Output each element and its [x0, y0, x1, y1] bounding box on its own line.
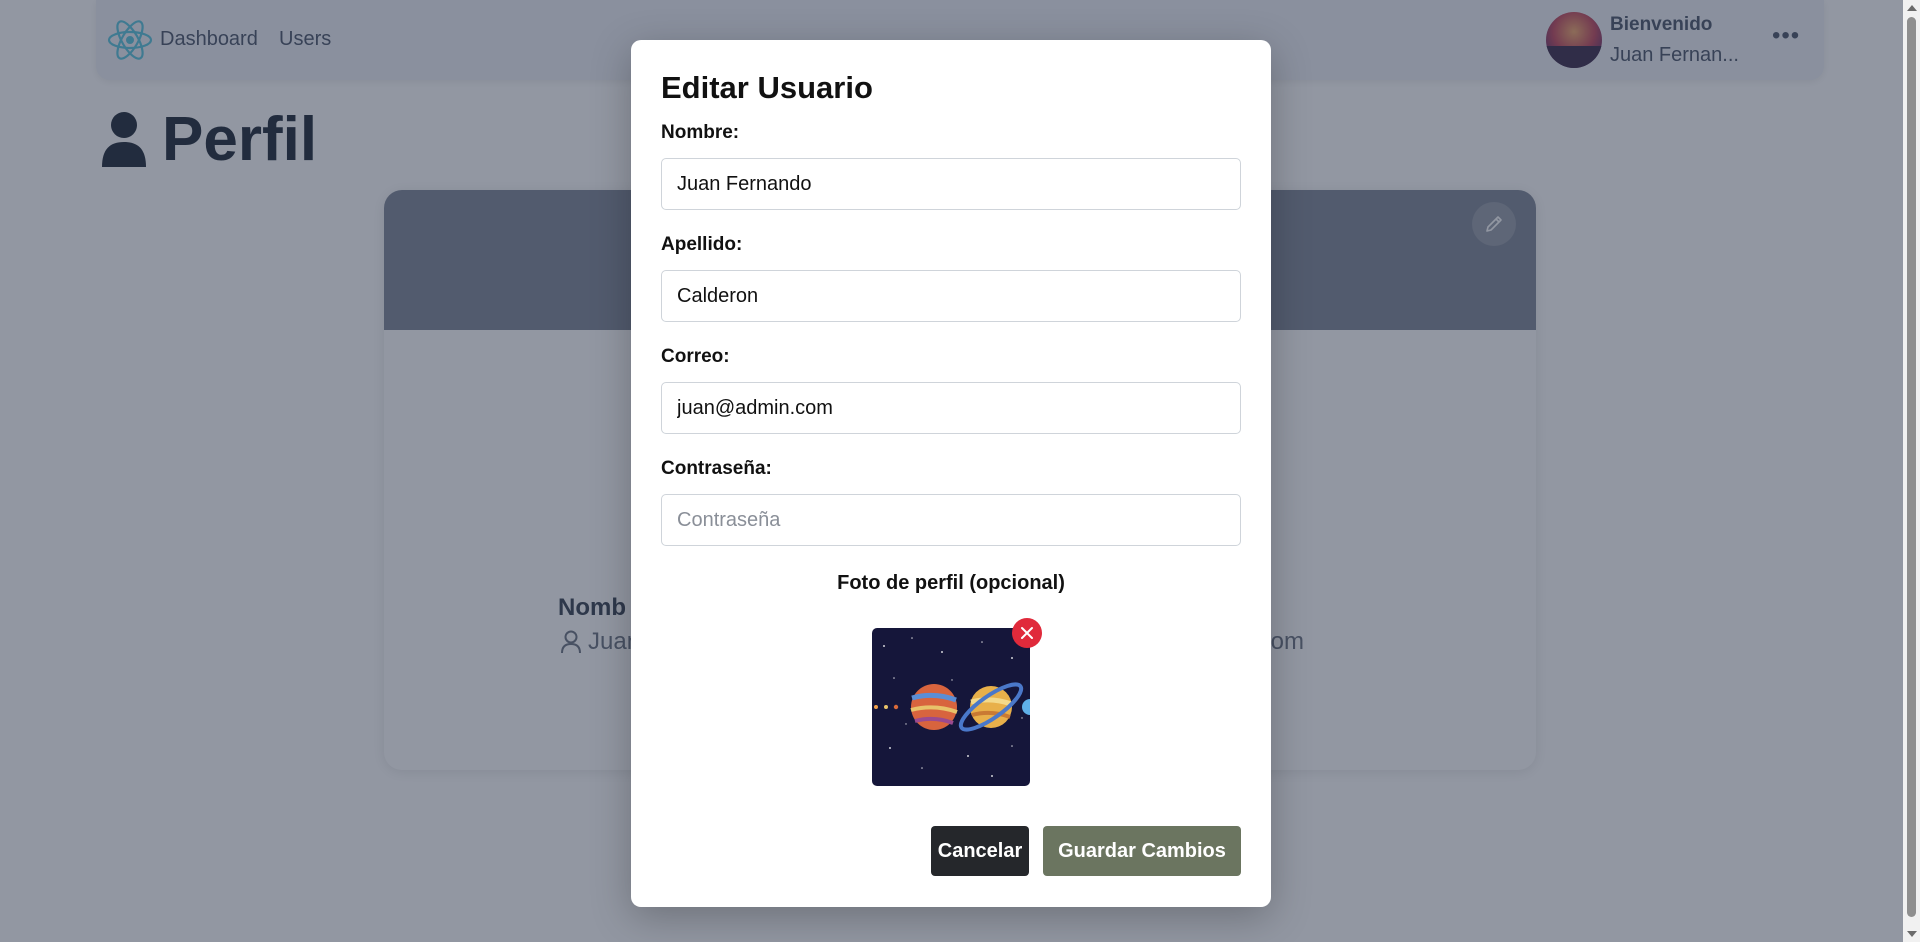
planets-image [872, 628, 1038, 786]
nombre-input[interactable] [661, 158, 1241, 210]
modal-title: Editar Usuario [661, 70, 873, 105]
contrasena-label: Contraseña: [661, 458, 772, 479]
scroll-down-icon[interactable] [1907, 931, 1917, 937]
scroll-up-icon[interactable] [1907, 5, 1917, 11]
edit-user-modal: Editar Usuario Nombre: Apellido: Correo:… [631, 40, 1271, 907]
correo-input[interactable] [661, 382, 1241, 434]
scrollbar[interactable] [1903, 0, 1920, 942]
correo-label: Correo: [661, 346, 730, 367]
cancel-button[interactable]: Cancelar [931, 826, 1029, 876]
apellido-label: Apellido: [661, 234, 743, 255]
profile-photo-preview [872, 618, 1042, 786]
nombre-label: Nombre: [661, 122, 740, 143]
photo-label: Foto de perfil (opcional) [837, 572, 1065, 594]
remove-photo-button[interactable] [1012, 618, 1042, 648]
save-changes-button[interactable]: Guardar Cambios [1043, 826, 1241, 876]
close-icon [1021, 627, 1033, 639]
scrollbar-thumb[interactable] [1907, 17, 1916, 917]
password-input[interactable] [661, 494, 1241, 546]
apellido-input[interactable] [661, 270, 1241, 322]
